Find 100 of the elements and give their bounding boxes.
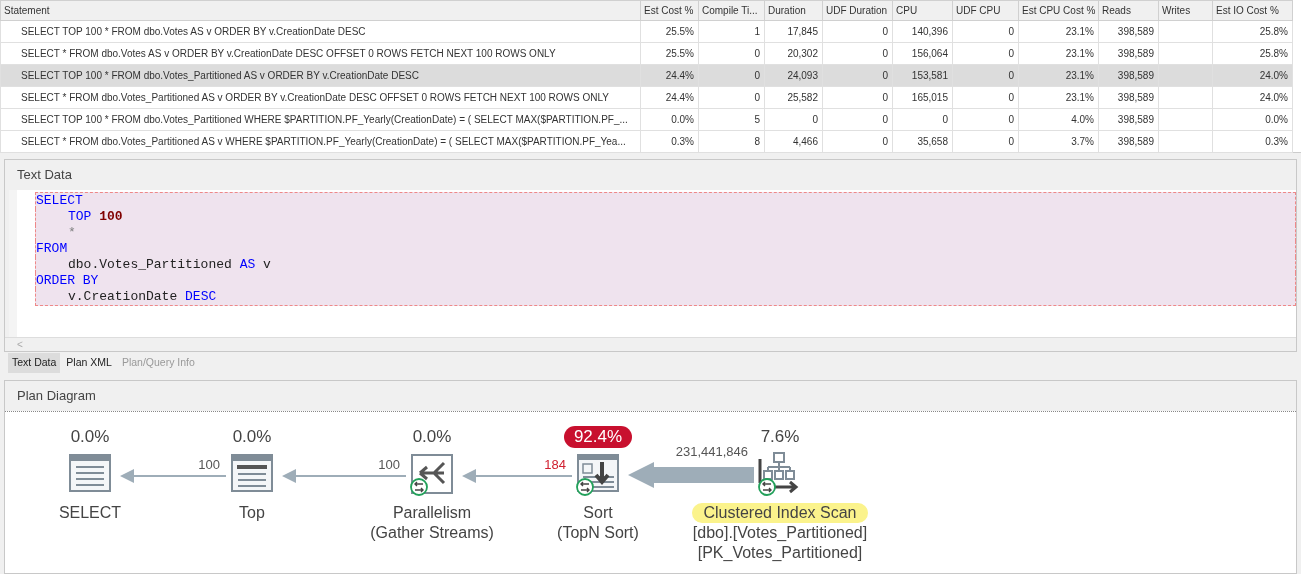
column-header[interactable]: Duration [764,0,823,21]
table-cell: 398,589 [1098,86,1159,109]
row-count: 231,441,846 [675,445,748,458]
code-editor[interactable]: SELECT TOP 100 * FROM dbo.Votes_Partitioned AS v ORDER BY v.CreationDate DESC [9,190,1296,337]
table-cell: 398,589 [1098,130,1159,153]
table-cell: 25.5% [640,42,699,65]
table-cell: 4,466 [764,130,823,153]
table-cell: 0 [822,64,893,87]
table-cell: 0 [698,64,765,87]
code-line: v.CreationDate DESC [68,289,217,304]
operator-label: Clustered Index Scan [691,503,869,523]
table-cell: 398,589 [1098,64,1159,87]
column-header[interactable]: Est CPU Cost % [1018,0,1099,21]
column-header[interactable]: Est Cost % [640,0,699,21]
table-cell: 23.1% [1018,86,1099,109]
table-cell: 398,589 [1098,42,1159,65]
table-cell: 24.0% [1212,86,1293,109]
table-cell: 0 [698,86,765,109]
table-cell [1158,86,1213,109]
table-cell: 8 [698,130,765,153]
cost-percent: 0.0% [411,426,453,448]
tab[interactable]: Text Data [8,353,61,373]
table-cell: 25.8% [1212,42,1293,65]
operator-label: SELECT [57,503,123,523]
table-cell [1158,130,1213,153]
result-row[interactable]: SELECT TOP 100 * FROM dbo.Votes_Partitioned AS v ORDER BY v.CreationDate DESC 24.4% 0 24,093 0 153,581 0 23.1% 398,589 24.0% [0,64,1293,87]
panel-title: Plan Diagram [16,387,97,406]
table-cell: 24.4% [640,64,699,87]
table-cell: 0 [822,130,893,153]
operator-detail: [PK_Votes_Partitioned] [697,543,863,563]
panel-title: Text Data [16,166,73,185]
result-row[interactable]: SELECT * FROM dbo.Votes_Partitioned AS v ORDER BY v.CreationDate DESC OFFSET 0 ROWS FETCH NEXT 100 ROWS ONLY 24.4% 0 25,582 0 165,015 0 23.1% 398,589 24.0% [0,86,1293,109]
table-cell: 0 [822,42,893,65]
table-cell: 0.3% [1212,130,1293,153]
table-cell: 398,589 [1098,108,1159,131]
cost-percent: 0.0% [231,426,273,448]
table-cell: 0 [952,20,1019,43]
table-cell: 23.1% [1018,42,1099,65]
table-cell: 398,589 [1098,20,1159,43]
table-cell: 0 [822,20,893,43]
table-cell: SELECT * FROM dbo.Votes_Partitioned AS v WHERE $PARTITION.PF_Yearly(CreationDate) = ( SELECT MAX($PARTITION.PF_Yea... [0,130,641,153]
table-cell: 153,581 [892,64,953,87]
cost-percent: 7.6% [759,426,801,448]
table-cell: 3.7% [1018,130,1099,153]
table-cell: 0 [764,108,823,131]
table-cell: 25,582 [764,86,823,109]
table-cell: SELECT TOP 100 * FROM dbo.Votes AS v ORDER BY v.CreationDate DESC [0,20,641,43]
table-cell: 35,658 [892,130,953,153]
column-header[interactable]: UDF CPU [952,0,1019,21]
table-cell: 0 [822,86,893,109]
parallelism-icon[interactable] [408,451,456,497]
column-header[interactable]: Writes [1158,0,1213,21]
code-line: TOP 100 [68,209,123,224]
column-header[interactable]: Statement [0,0,641,21]
operator-label: Top [238,503,266,523]
sort-icon[interactable] [574,451,622,497]
table-cell: 5 [698,108,765,131]
code-line: FROM [36,241,68,256]
table-cell: SELECT * FROM dbo.Votes AS v ORDER BY v.CreationDate DESC OFFSET 0 ROWS FETCH NEXT 100 ROWS ONLY [0,42,641,65]
table-cell: 0.0% [640,108,699,131]
table-cell: 0.0% [1212,108,1293,131]
table-cell: SELECT TOP 100 * FROM dbo.Votes_Partitioned AS v ORDER BY v.CreationDate DESC [0,64,641,87]
table-cell: 140,396 [892,20,953,43]
table-cell: 23.1% [1018,64,1099,87]
table-cell: 0 [952,86,1019,109]
result-row[interactable]: SELECT TOP 100 * FROM dbo.Votes AS v ORDER BY v.CreationDate DESC 25.5% 1 17,845 0 140,396 0 23.1% 398,589 25.8% [0,20,1293,43]
row-count: 100 [198,458,220,471]
result-row[interactable]: SELECT * FROM dbo.Votes_Partitioned AS v WHERE $PARTITION.PF_Yearly(CreationDate) = ( SELECT MAX($PARTITION.PF_Yea... 0.3% 8 4,466 0 35,658 0 3.7% 398,589 0.3% [0,130,1293,153]
table-cell: 0 [698,42,765,65]
column-header[interactable]: CPU [892,0,953,21]
table-cell: 25.5% [640,20,699,43]
table-cell: 20,302 [764,42,823,65]
result-row[interactable]: SELECT * FROM dbo.Votes AS v ORDER BY v.CreationDate DESC OFFSET 0 ROWS FETCH NEXT 100 ROWS ONLY 25.5% 0 20,302 0 156,064 0 23.1% 398,589 25.8% [0,42,1293,65]
table-cell: SELECT TOP 100 * FROM dbo.Votes_Partitioned WHERE $PARTITION.PF_Yearly(CreationDate) = ( SELECT MAX($PARTITION.PF_... [0,108,641,131]
column-header[interactable]: Reads [1098,0,1159,21]
table-cell: 24,093 [764,64,823,87]
table-cell: 165,015 [892,86,953,109]
table-cell: 0 [952,108,1019,131]
table-cell [1158,64,1213,87]
column-header[interactable]: Est IO Cost % [1212,0,1293,21]
table-cell: 24.4% [640,86,699,109]
operator-detail: [dbo].[Votes_Partitioned] [692,523,868,543]
table-cell: 24.0% [1212,64,1293,87]
column-header[interactable]: UDF Duration [822,0,893,21]
table-cell: 0 [952,42,1019,65]
table-cell: SELECT * FROM dbo.Votes_Partitioned AS v ORDER BY v.CreationDate DESC OFFSET 0 ROWS FETCH NEXT 100 ROWS ONLY [0,86,641,109]
result-row[interactable]: SELECT TOP 100 * FROM dbo.Votes_Partitioned WHERE $PARTITION.PF_Yearly(CreationDate) = ( SELECT MAX($PARTITION.PF_... 0.0% 5 0 0 0 0 4.0% 398,589 0.0% [0,108,1293,131]
cost-percent: 92.4% [563,426,633,448]
code-line: * [68,225,76,240]
code-line: ORDER BY [36,273,99,288]
code-line: SELECT [36,193,83,208]
table-cell: 0 [952,130,1019,153]
column-header[interactable]: Compile Ti... [698,0,765,21]
table-cell: 156,064 [892,42,953,65]
code-line: dbo.Votes_Partitioned AS v [68,257,271,272]
operator-detail: (Gather Streams) [370,523,494,543]
table-cell: 4.0% [1018,108,1099,131]
row-count: 100 [378,458,400,471]
tab[interactable]: Plan XML [62,353,116,373]
operator-label: Sort [582,503,614,523]
